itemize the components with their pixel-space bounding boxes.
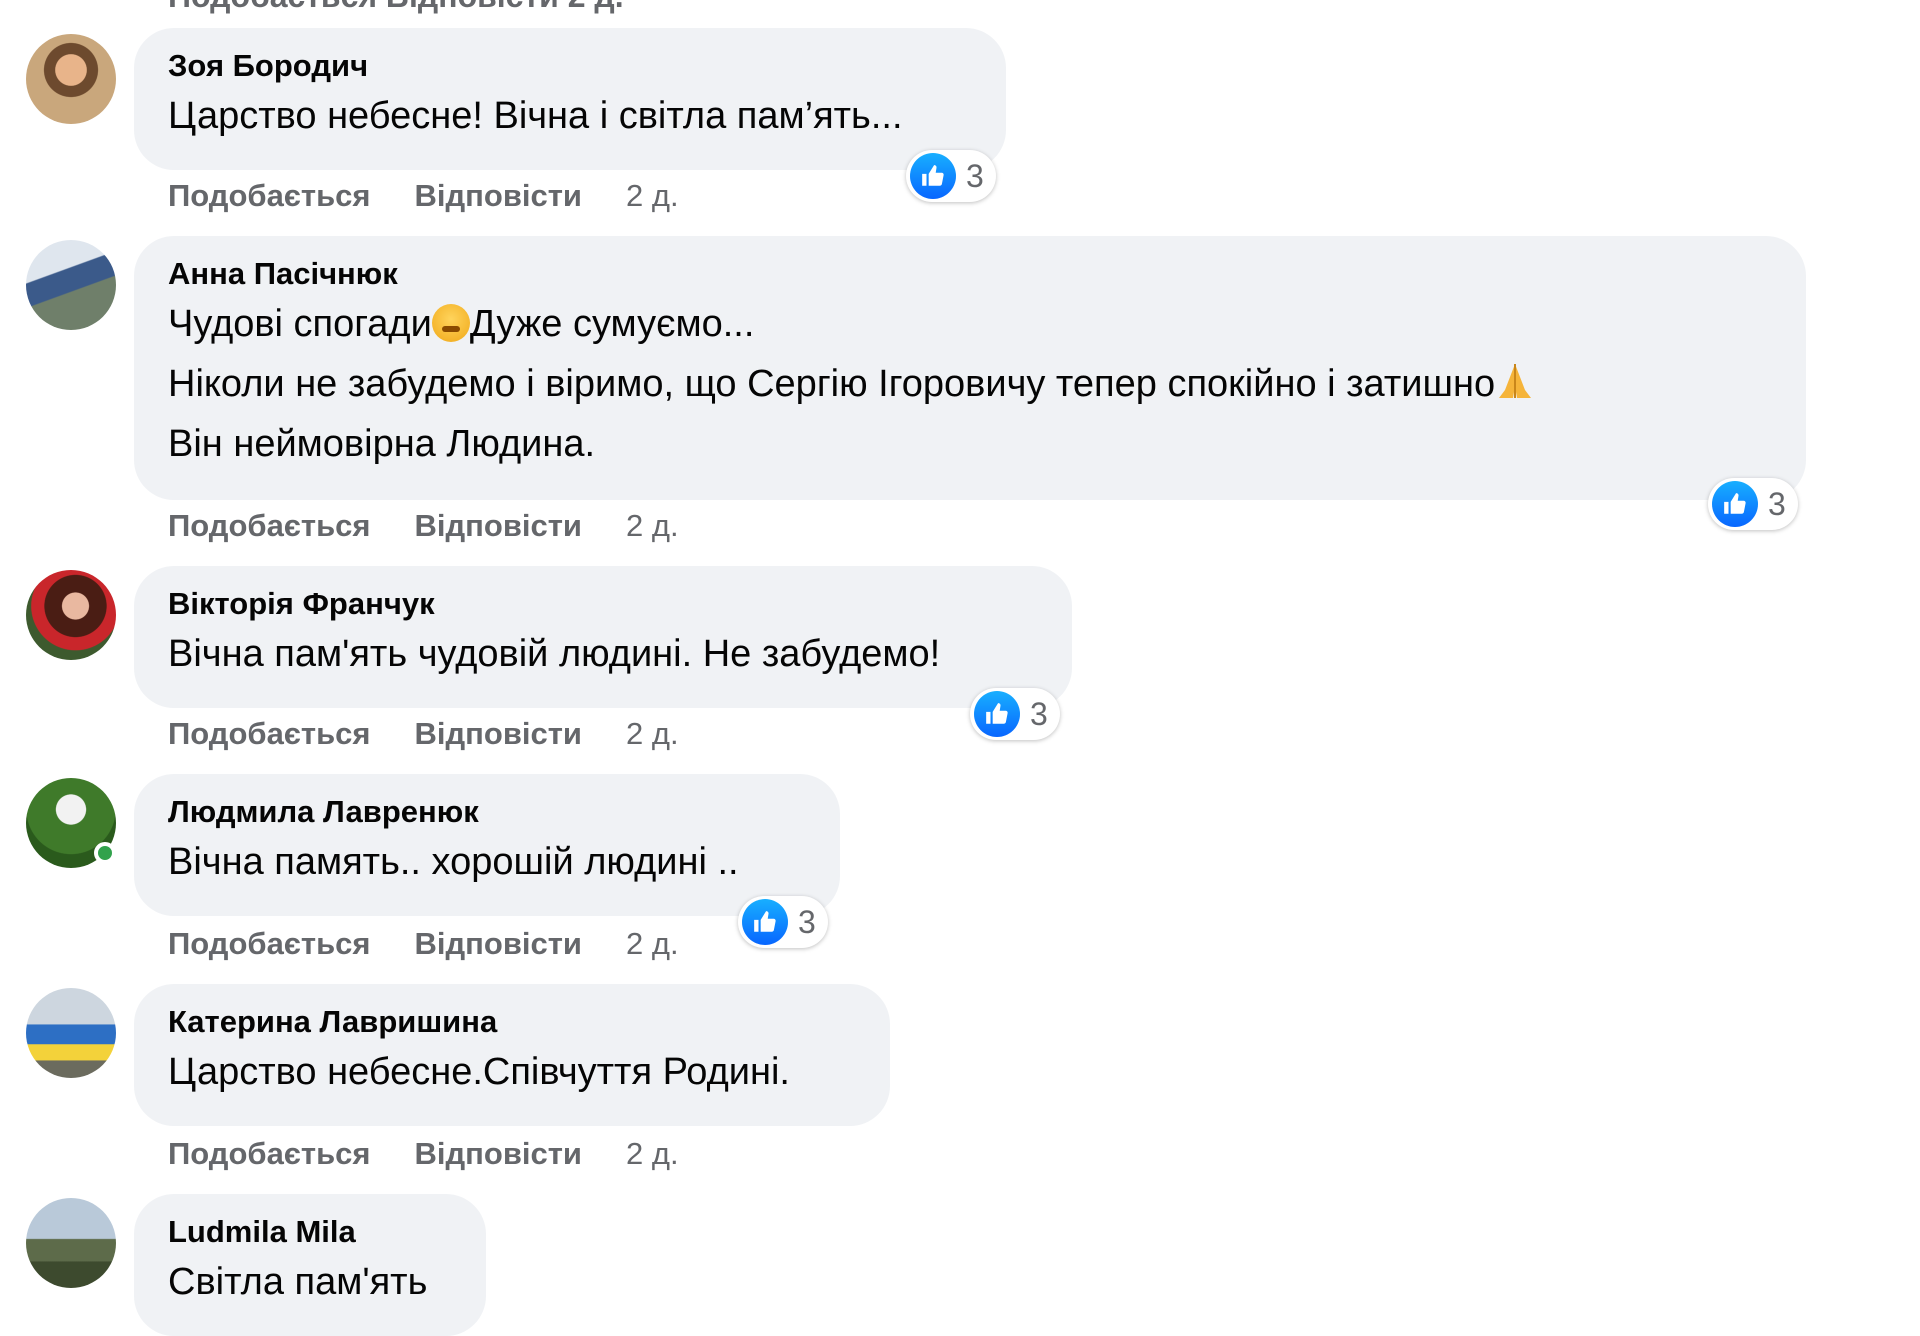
comment-timestamp[interactable]: 2 д.: [626, 178, 679, 214]
avatar[interactable]: [26, 1198, 116, 1288]
cut-off-actions-row: Подобається Відповісти 2 д.: [168, 0, 624, 15]
like-button[interactable]: Подобається: [168, 1136, 371, 1172]
reaction-count: 3: [798, 903, 816, 940]
avatar[interactable]: [26, 988, 116, 1078]
like-button[interactable]: Подобається: [168, 178, 371, 214]
like-button[interactable]: Подобається: [168, 508, 371, 544]
reaction-summary[interactable]: 3: [738, 896, 828, 948]
avatar[interactable]: [26, 240, 116, 330]
comment-timestamp[interactable]: 2 д.: [626, 1136, 679, 1172]
comment-text-line: Ніколи не забудемо і віримо, що Сергію І…: [168, 354, 1772, 414]
comment-text: Дуже сумуємо...: [469, 303, 755, 345]
reply-button[interactable]: Відповісти: [415, 926, 583, 962]
comment-author[interactable]: Зоя Бородич: [168, 46, 972, 86]
comment-actions: Подобається Відповісти 2 д.: [168, 926, 723, 962]
comment-text-line: Чудові спогади Дуже сумуємо...: [168, 294, 1772, 354]
comment-text: Вічна память.. хорошій людині ..: [168, 841, 739, 883]
reply-button[interactable]: Відповісти: [415, 1136, 583, 1172]
reaction-count: 3: [966, 157, 984, 194]
comment-actions: Подобається Відповісти 2 д.: [168, 178, 723, 214]
comment-timestamp[interactable]: 2 д.: [626, 926, 679, 962]
online-status-dot: [94, 842, 116, 864]
like-icon: [742, 899, 788, 945]
comment-text: Він неймовірна Людина.: [168, 423, 596, 465]
comment-author[interactable]: Вікторія Франчук: [168, 584, 1038, 624]
reply-button[interactable]: Відповісти: [415, 508, 583, 544]
comment-bubble: Вікторія Франчук Вічна пам'ять чудовій л…: [134, 566, 1072, 708]
sad-face-emoji: [431, 304, 470, 342]
avatar[interactable]: [26, 570, 116, 660]
like-button[interactable]: Подобається: [168, 926, 371, 962]
avatar[interactable]: [26, 778, 116, 868]
reaction-summary[interactable]: 3: [906, 150, 996, 202]
like-icon: [910, 153, 956, 199]
comment-author[interactable]: Людмила Лавренюк: [168, 792, 806, 832]
like-icon: [1712, 481, 1758, 527]
like-button[interactable]: Подобається: [168, 716, 371, 752]
reaction-summary[interactable]: 3: [970, 688, 1060, 740]
comment-bubble: Катерина Лавришина Царство небесне.Співч…: [134, 984, 890, 1126]
comment-text: Царство небесне! Вічна і світла пам’ять.…: [168, 95, 903, 137]
reaction-summary[interactable]: 3: [1708, 478, 1798, 530]
comment-actions: Подобається Відповісти 2 д.: [168, 1136, 723, 1172]
comment-bubble: Людмила Лавренюк Вічна память.. хорошій …: [134, 774, 840, 916]
comment-author[interactable]: Анна Пасічнюк: [168, 254, 1772, 294]
comment-author[interactable]: Ludmila Mila: [168, 1212, 452, 1252]
avatar[interactable]: [26, 34, 116, 124]
comment-actions: Подобається Відповісти 2 д.: [168, 508, 723, 544]
comment-text: Ніколи не забудемо і віримо, що Сергію І…: [168, 363, 1496, 405]
reaction-count: 3: [1768, 485, 1786, 522]
reaction-count: 3: [1030, 695, 1048, 732]
comment-timestamp[interactable]: 2 д.: [626, 716, 679, 752]
comment-timestamp[interactable]: 2 д.: [626, 508, 679, 544]
like-icon: [974, 691, 1020, 737]
comment-text: Світла пам'ять: [168, 1261, 428, 1303]
comment-author[interactable]: Катерина Лавришина: [168, 1002, 856, 1042]
comment-bubble: Зоя Бородич Царство небесне! Вічна і сві…: [134, 28, 1006, 170]
folded-hands-emoji: [1499, 364, 1532, 398]
comment-text: Вічна пам'ять чудовій людині. Не забудем…: [168, 633, 941, 675]
comment-bubble: Ludmila Mila Світла пам'ять: [134, 1194, 486, 1336]
reply-button[interactable]: Відповісти: [415, 716, 583, 752]
comment-text: Чудові спогади: [168, 303, 432, 345]
comment-bubble: Анна Пасічнюк Чудові спогади Дуже сумуємо…: [134, 236, 1806, 500]
reply-button[interactable]: Відповісти: [415, 178, 583, 214]
comment-actions: Подобається Відповісти 2 д.: [168, 716, 723, 752]
comment-text: Царство небесне.Співчуття Родині.: [168, 1051, 790, 1093]
